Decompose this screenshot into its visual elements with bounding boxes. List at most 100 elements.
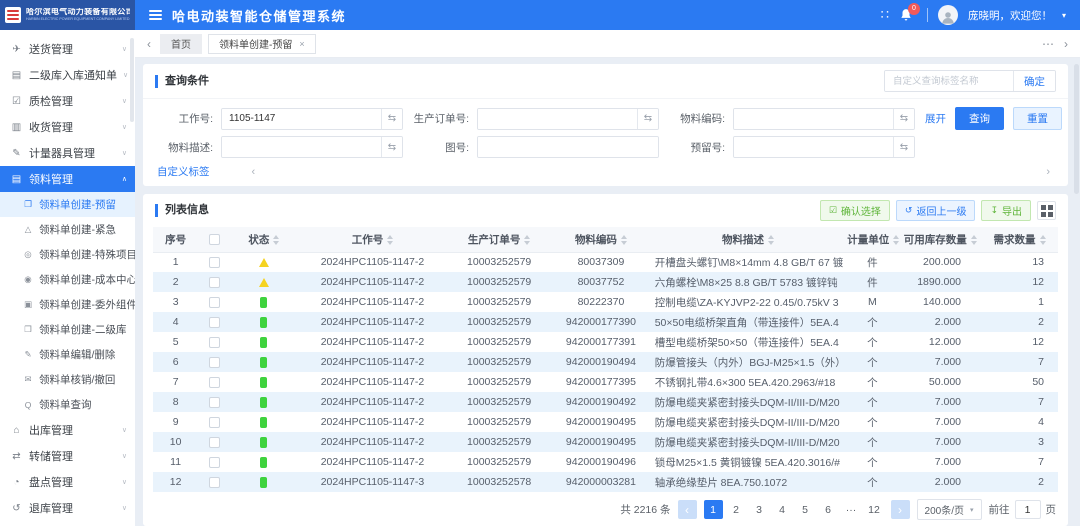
status-warning-icon (259, 278, 269, 287)
sidebar-subitem[interactable]: Q领料单查询 (0, 392, 135, 417)
sidebar-item[interactable]: ▥收货管理∨ (0, 114, 135, 140)
col-status-header[interactable]: 状态 (230, 227, 298, 252)
user-menu-caret-icon[interactable]: ▾ (1062, 11, 1066, 20)
page-size-select[interactable]: 200条/页▾ (917, 499, 982, 520)
query-input[interactable] (734, 109, 893, 129)
row-checkbox[interactable] (209, 257, 220, 268)
confirm-select-button[interactable]: ☑确认选择 (820, 200, 890, 221)
avatar[interactable] (938, 5, 958, 25)
tab-active[interactable]: 领料单创建-预留× (208, 34, 316, 54)
search-button[interactable]: 查询 (955, 107, 1004, 130)
tabs-more-icon[interactable]: ⋯ (1042, 37, 1055, 51)
tabs-scroll-left-icon[interactable]: ‹ (147, 37, 151, 51)
page-number[interactable]: 6 (819, 500, 838, 519)
row-checkbox[interactable] (209, 437, 220, 448)
col-unit-header[interactable]: 计量单位 (845, 227, 899, 252)
input-list-icon[interactable]: ⇆ (893, 137, 914, 157)
sidebar-subitem[interactable]: ▣领料单创建-委外组件 (0, 292, 135, 317)
input-list-icon[interactable]: ⇆ (381, 109, 402, 129)
query-input[interactable] (734, 137, 893, 157)
page-number[interactable]: 12 (865, 500, 884, 519)
sidebar-item[interactable]: ✎计量器具管理∨ (0, 140, 135, 166)
page-number[interactable]: 4 (773, 500, 792, 519)
sidebar-subitem[interactable]: ✉领料单核销/撤回 (0, 367, 135, 392)
sidebar-subitem[interactable]: ❐领料单创建-预留 (0, 192, 135, 217)
pagination: 共 2216 条 ‹ 123456···12 › 200条/页▾ 前往 页 (153, 494, 1058, 524)
tags-scroll-right-icon[interactable]: › (1046, 166, 1050, 178)
sidebar-scrollbar[interactable] (130, 38, 134, 122)
page-number[interactable]: 1 (704, 500, 723, 519)
sidebar-subitem[interactable]: ◎领料单创建-特殊项目 (0, 242, 135, 267)
page-number[interactable]: 2 (727, 500, 746, 519)
row-checkbox-cell (198, 252, 230, 272)
sort-icon (1040, 235, 1046, 245)
row-checkbox[interactable] (209, 317, 220, 328)
sidebar-item[interactable]: ↺退库管理∨ (0, 495, 135, 521)
column-settings-icon[interactable] (1037, 201, 1056, 220)
row-checkbox[interactable] (209, 297, 220, 308)
query-input[interactable] (478, 137, 658, 157)
input-list-icon[interactable]: ⇆ (893, 109, 914, 129)
col-demand-header[interactable]: 需求数量 (981, 227, 1058, 252)
col-work-no-header[interactable]: 工作号 (298, 227, 447, 252)
select-all-checkbox[interactable] (209, 234, 220, 245)
row-checkbox[interactable] (209, 417, 220, 428)
col-description-header[interactable]: 物料描述 (651, 227, 846, 252)
query-input[interactable] (478, 109, 637, 129)
query-input[interactable] (222, 109, 381, 129)
row-checkbox[interactable] (209, 357, 220, 368)
sidebar-item[interactable]: ✈送货管理∨ (0, 36, 135, 62)
sidebar-subitem[interactable]: ❒领料单创建-二级库 (0, 317, 135, 342)
menu-collapse-icon[interactable] (149, 10, 162, 20)
row-stock: 140.000 (900, 292, 981, 312)
col-order-no-header[interactable]: 生产订单号 (447, 227, 551, 252)
back-button[interactable]: ↺返回上一级 (896, 200, 976, 221)
next-page-button[interactable]: › (891, 500, 910, 519)
expand-link[interactable]: 展开 (925, 111, 946, 126)
goto-page-input[interactable] (1015, 500, 1041, 519)
table-row: 52024HPC1105-1147-2100032525799420001773… (153, 332, 1058, 352)
sidebar-item[interactable]: ◔盘点管理∨ (0, 469, 135, 495)
user-greeting[interactable]: 庞晓明，欢迎您！ (968, 8, 1052, 23)
custom-tag-link[interactable]: 自定义标签 (157, 164, 210, 179)
tag-confirm-button[interactable]: 确定 (1013, 71, 1055, 91)
sidebar-subitem[interactable]: ✎领料单编辑/删除 (0, 342, 135, 367)
tab-close-icon[interactable]: × (299, 39, 304, 49)
row-checkbox[interactable] (209, 457, 220, 468)
window-scrollbar[interactable] (1074, 64, 1079, 194)
col-material-code-header[interactable]: 物料编码 (551, 227, 651, 252)
col-index-header: 序号 (153, 227, 198, 252)
sidebar-item[interactable]: ▤领料管理∧ (0, 166, 135, 192)
input-list-icon[interactable]: ⇆ (381, 137, 402, 157)
sidebar-item[interactable]: ⌂出库管理∨ (0, 417, 135, 443)
row-checkbox[interactable] (209, 397, 220, 408)
query-field: 预留号:⇆ (669, 136, 925, 158)
fullscreen-icon[interactable]: ∷ (881, 7, 889, 23)
export-button[interactable]: ↧导出 (981, 200, 1031, 221)
custom-tag-name-input[interactable] (885, 71, 1013, 91)
row-checkbox[interactable] (209, 277, 220, 288)
row-checkbox[interactable] (209, 477, 220, 488)
input-list-icon[interactable]: ⇆ (637, 109, 658, 129)
reset-button[interactable]: 重置 (1013, 107, 1062, 130)
row-checkbox[interactable] (209, 337, 220, 348)
select-all-cell (198, 227, 230, 252)
notification-bell-icon[interactable]: 0 (899, 8, 913, 22)
row-status (230, 372, 298, 392)
sidebar-item[interactable]: ▤二级库入库通知单∨ (0, 62, 135, 88)
sidebar-subitem[interactable]: △领料单创建-紧急 (0, 217, 135, 242)
query-field-input-wrap: ⇆ (733, 108, 915, 130)
query-field-label: 工作号: (157, 111, 221, 126)
tab-item[interactable]: 首页 (160, 34, 202, 54)
sidebar-item[interactable]: ☑质检管理∨ (0, 88, 135, 114)
row-checkbox[interactable] (209, 377, 220, 388)
query-input[interactable] (222, 137, 381, 157)
sidebar-item[interactable]: ⇄转储管理∨ (0, 443, 135, 469)
page-number[interactable]: 5 (796, 500, 815, 519)
tags-scroll-left-icon[interactable]: ‹ (252, 166, 256, 178)
prev-page-button[interactable]: ‹ (678, 500, 697, 519)
page-number[interactable]: 3 (750, 500, 769, 519)
col-stock-header[interactable]: 可用库存数量 (900, 227, 981, 252)
tabs-scroll-right-icon[interactable]: › (1064, 37, 1068, 51)
sidebar-subitem[interactable]: ◉领料单创建-成本中心 (0, 267, 135, 292)
